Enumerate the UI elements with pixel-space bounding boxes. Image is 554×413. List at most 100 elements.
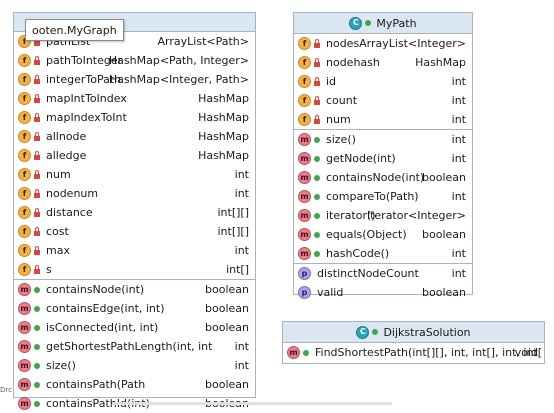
- class-tooltip: ooten.MyGraph: [25, 19, 124, 41]
- mypath-header[interactable]: C MyPath: [294, 13, 472, 34]
- field-row[interactable]: f nodenum int: [14, 184, 255, 203]
- member-name: s: [46, 263, 52, 276]
- mypath-class-box[interactable]: C MyPath f nodes ArrayList<Integer> f nodeha…: [293, 12, 473, 299]
- member-name: getNode(int): [326, 152, 396, 165]
- member-type: HashMap<Path, Integer>: [108, 54, 249, 67]
- method-row[interactable]: m size() int: [294, 130, 472, 149]
- member-name: alledge: [46, 149, 87, 162]
- public-icon: [303, 349, 309, 356]
- field-icon: f: [18, 263, 31, 276]
- public-icon: [314, 155, 320, 162]
- member-name: containsPath(Path: [46, 378, 146, 391]
- member-type: int: [234, 168, 249, 181]
- member-type: ArrayList<Path>: [157, 35, 249, 48]
- field-row[interactable]: f num int: [294, 110, 472, 129]
- member-type: boolean: [205, 283, 249, 296]
- mygraph-class-box[interactable]: f pathList ArrayList<Path> f pathToInteger Ha…: [13, 12, 256, 410]
- dijkstra-class-box[interactable]: C DijkstraSolution m FindShortestPath(int…: [282, 321, 545, 364]
- method-row[interactable]: m isConnected(int, int) boolean: [14, 318, 255, 337]
- member-type: int: [451, 133, 466, 146]
- method-row[interactable]: m containsNode(int) boolean: [294, 168, 472, 187]
- member-type: int: [451, 190, 466, 203]
- member-name: allnode: [46, 130, 87, 143]
- field-icon: f: [18, 244, 31, 257]
- private-lock-icon: [34, 189, 40, 198]
- member-type: HashMap<Integer, Path>: [108, 73, 249, 86]
- field-icon: f: [18, 54, 31, 67]
- member-name: containsNode(int): [46, 283, 145, 296]
- private-lock-icon: [34, 132, 40, 141]
- private-lock-icon: [34, 208, 40, 217]
- member-name: mapIndexToInt: [46, 111, 127, 124]
- member-name: nodehash: [326, 56, 380, 69]
- property-row[interactable]: p distinctNodeCount int: [294, 264, 472, 283]
- field-row[interactable]: f cost int[][]: [14, 222, 255, 241]
- method-icon: m: [298, 152, 311, 165]
- member-type: HashMap: [415, 56, 466, 69]
- member-name: num: [46, 168, 71, 181]
- method-row[interactable]: m containsNode(int) boolean: [14, 280, 255, 299]
- field-row[interactable]: f pathToInteger HashMap<Path, Integer>: [14, 51, 255, 70]
- private-lock-icon: [34, 37, 40, 46]
- member-name: isConnected(int, int): [46, 321, 159, 334]
- field-row[interactable]: f s int[]: [14, 260, 255, 279]
- method-row[interactable]: m hashCode() int: [294, 244, 472, 263]
- method-row[interactable]: m containsEdge(int, int) boolean: [14, 299, 255, 318]
- member-type: int[]: [226, 263, 249, 276]
- field-icon: f: [18, 92, 31, 105]
- field-row[interactable]: f count int: [294, 91, 472, 110]
- method-row[interactable]: m FindShortestPath(int[][], int, int[], i…: [283, 343, 544, 362]
- member-name: distinctNodeCount: [317, 267, 419, 280]
- public-icon: [314, 136, 320, 143]
- field-row[interactable]: f max int: [14, 241, 255, 260]
- field-row[interactable]: f nodehash HashMap: [294, 53, 472, 72]
- private-lock-icon: [314, 77, 320, 86]
- field-row[interactable]: f alledge HashMap: [14, 146, 255, 165]
- field-icon: f: [18, 168, 31, 181]
- property-icon: p: [298, 286, 311, 299]
- member-name: valid: [317, 286, 344, 299]
- member-type: ArrayList<Integer>: [359, 37, 466, 50]
- field-icon: f: [18, 225, 31, 238]
- field-icon: f: [18, 111, 31, 124]
- member-name: equals(Object): [326, 228, 407, 241]
- private-lock-icon: [314, 96, 320, 105]
- field-row[interactable]: f nodes ArrayList<Integer>: [294, 34, 472, 53]
- field-row[interactable]: f integerToPath HashMap<Integer, Path>: [14, 70, 255, 89]
- dijkstra-methods-section: m FindShortestPath(int[][], int, int[], i…: [283, 343, 544, 362]
- member-type: int: [451, 152, 466, 165]
- member-type: boolean: [422, 228, 466, 241]
- dijkstra-header[interactable]: C DijkstraSolution: [283, 322, 544, 343]
- property-row[interactable]: p valid boolean: [294, 283, 472, 302]
- member-name: mapIntToIndex: [46, 92, 127, 105]
- member-type: int: [234, 359, 249, 372]
- member-type: boolean: [422, 171, 466, 184]
- method-row[interactable]: m iterator() Iterator<Integer>: [294, 206, 472, 225]
- property-icon: p: [298, 267, 311, 280]
- private-lock-icon: [314, 58, 320, 67]
- method-icon: m: [18, 359, 31, 372]
- method-row[interactable]: m getShortestPathLength(int, int int: [14, 337, 255, 356]
- field-row[interactable]: f num int: [14, 165, 255, 184]
- field-row[interactable]: f id int: [294, 72, 472, 91]
- field-row[interactable]: f allnode HashMap: [14, 127, 255, 146]
- member-type: boolean: [205, 321, 249, 334]
- member-type: HashMap: [198, 149, 249, 162]
- method-row[interactable]: m size() int: [14, 356, 255, 375]
- field-row[interactable]: f distance int[][]: [14, 203, 255, 222]
- member-name: size(): [46, 359, 76, 372]
- method-row[interactable]: m containsPath(Path boolean: [14, 375, 255, 394]
- field-row[interactable]: f mapIntToIndex HashMap: [14, 89, 255, 108]
- private-lock-icon: [34, 56, 40, 65]
- member-name: nodenum: [46, 187, 99, 200]
- field-icon: f: [298, 56, 311, 69]
- method-row[interactable]: m getNode(int) int: [294, 149, 472, 168]
- member-type: int[][]: [217, 225, 249, 238]
- field-icon: f: [18, 73, 31, 86]
- method-row[interactable]: m equals(Object) boolean: [294, 225, 472, 244]
- class-icon: C: [356, 325, 370, 339]
- method-row[interactable]: m compareTo(Path) int: [294, 187, 472, 206]
- member-name: nodes: [326, 37, 360, 50]
- horizontal-scrollbar[interactable]: [112, 402, 392, 405]
- field-row[interactable]: f mapIndexToInt HashMap: [14, 108, 255, 127]
